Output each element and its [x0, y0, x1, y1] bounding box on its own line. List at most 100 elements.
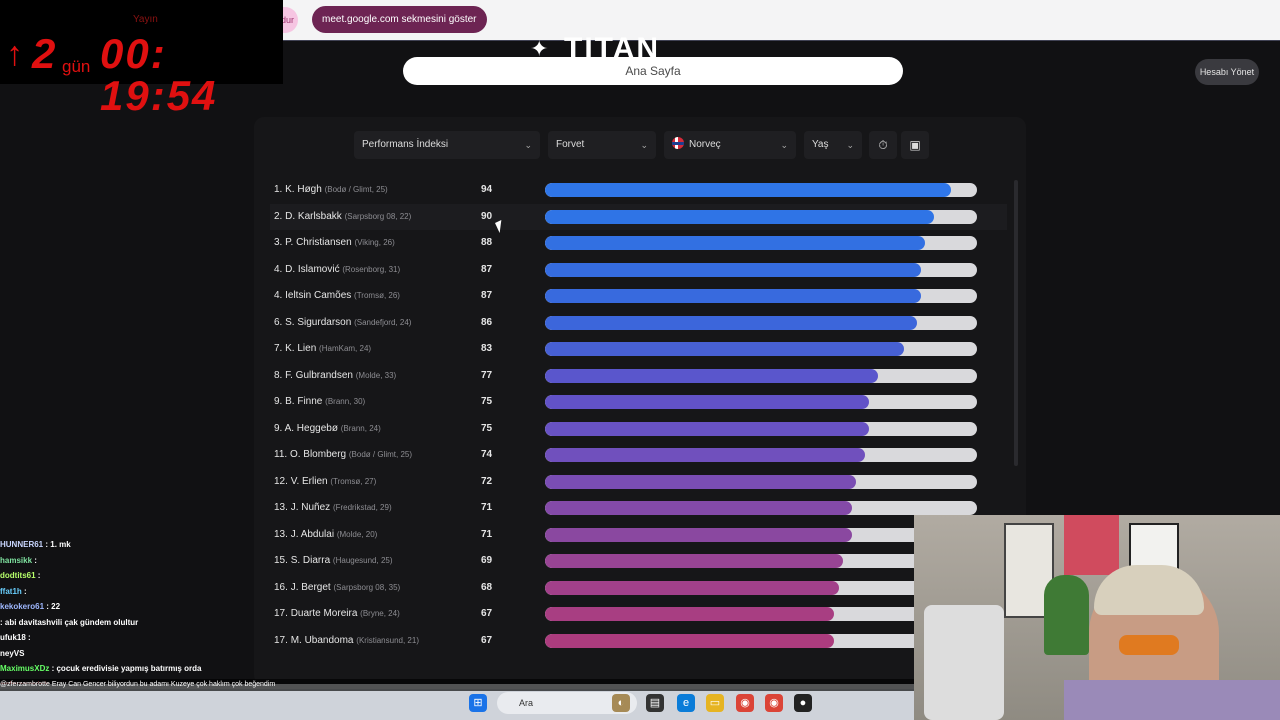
- chat-username: kekokero61: [0, 602, 45, 611]
- chat-message: hamsikk :: [0, 553, 300, 569]
- score-bar-fill: [545, 607, 835, 621]
- player-name: 4. Ieltsin Camões (Tromsø, 26): [274, 290, 400, 301]
- position-dropdown[interactable]: Forvet ⌄: [548, 131, 656, 159]
- player-name-text: D. Islamović: [285, 263, 340, 275]
- meet-tab-banner[interactable]: meet.google.com sekmesini göster: [312, 6, 487, 33]
- player-row[interactable]: 13. J. Nuñez (Fredrikstad, 29) 71: [270, 495, 1007, 521]
- player-club: (Sarpsborg 08, 35): [333, 582, 401, 592]
- chevron-down-icon: ⌄: [640, 140, 648, 150]
- score-bar-track: [545, 209, 977, 224]
- score-bar-track: [545, 262, 977, 277]
- player-club: (Haugesund, 25): [332, 556, 393, 565]
- chevron-down-icon: ⌄: [524, 140, 532, 150]
- player-row[interactable]: 7. K. Lien (HamKam, 24) 83: [270, 336, 1007, 362]
- calendar-button[interactable]: ▣: [901, 131, 929, 159]
- news-widget-icon[interactable]: ◐: [612, 694, 630, 712]
- score-bar-track: [545, 395, 977, 409]
- country-dropdown[interactable]: Norveç ⌄: [664, 131, 796, 159]
- player-club: (Bryne, 24): [360, 609, 400, 618]
- player-row[interactable]: 17. M. Ubandoma (Kristiansund, 21) 67: [270, 628, 1007, 654]
- score-bar-fill: [545, 368, 878, 383]
- player-score: 87: [481, 290, 493, 301]
- chat-username: hamsikk: [0, 555, 33, 565]
- discord-icon[interactable]: ●: [794, 694, 812, 712]
- search-bar[interactable]: Ana Sayfa: [403, 57, 903, 85]
- chat-message: neyVS: [0, 646, 300, 662]
- list-scrollbar[interactable]: [1014, 180, 1018, 466]
- chat-username: ufuk18: [0, 633, 26, 642]
- player-name-text: Duarte Moreira: [290, 608, 358, 619]
- player-club: (Brann, 24): [340, 423, 381, 433]
- player-score: 94: [481, 184, 493, 195]
- history-button[interactable]: ⏱: [869, 131, 897, 159]
- score-bar-track: [545, 236, 977, 250]
- player-row[interactable]: 4. D. Islamović (Rosenborg, 31) 87: [270, 257, 1007, 283]
- chat-username: dodtits61: [0, 571, 36, 580]
- taskbar-search-label: Ara: [519, 698, 534, 708]
- windows-start-icon[interactable]: ⊞: [469, 694, 487, 712]
- score-bar-track: [545, 315, 977, 330]
- player-row[interactable]: 15. S. Diarra (Haugesund, 25) 69: [270, 548, 1007, 574]
- edge-browser-icon[interactable]: e: [677, 694, 695, 712]
- screen: dur meet.google.com sekmesini göster ✦ T…: [0, 0, 1280, 720]
- player-score: 71: [481, 528, 493, 540]
- player-rank: 1.: [274, 184, 283, 195]
- score-bar-track: [545, 289, 977, 303]
- chat-username: HUNNER61: [0, 540, 44, 549]
- player-row[interactable]: 6. S. Sigurdarson (Sandefjord, 24) 86: [270, 310, 1007, 336]
- streamer-shirt: [1064, 680, 1280, 720]
- score-bar-track: [545, 342, 977, 356]
- chrome-icon[interactable]: ◉: [736, 694, 754, 712]
- player-score: 90: [481, 210, 493, 222]
- chat-text: :: [37, 571, 41, 580]
- score-bar-fill: [545, 421, 869, 436]
- player-row[interactable]: 2. D. Karlsbakk (Sarpsborg 08, 22) 90: [270, 203, 1007, 230]
- player-row[interactable]: 9. A. Heggebø (Brann, 24) 75: [270, 416, 1007, 442]
- score-bar-fill: [545, 527, 852, 542]
- chat-text: :: [28, 633, 31, 642]
- player-row[interactable]: 17. Duarte Moreira (Bryne, 24) 67: [270, 601, 1007, 627]
- player-row[interactable]: 1. K. Høgh (Bodø / Glimt, 25) 94: [270, 177, 1007, 203]
- player-rank: 7.: [274, 343, 283, 354]
- player-row[interactable]: 4. Ieltsin Camões (Tromsø, 26) 87: [270, 283, 1007, 309]
- player-name-text: M. Ubandoma: [290, 634, 354, 646]
- metric-dropdown[interactable]: Performans İndeksi ⌄: [354, 131, 540, 159]
- file-explorer-icon[interactable]: ▭: [706, 694, 724, 712]
- age-dropdown[interactable]: Yaş ⌄: [804, 131, 862, 159]
- player-row[interactable]: 16. J. Berget (Sarpsborg 08, 35) 68: [270, 575, 1007, 601]
- player-name: 12. V. Erlien (Tromsø, 27): [274, 476, 376, 487]
- player-row[interactable]: 13. J. Abdulai (Molde, 20) 71: [270, 522, 1007, 548]
- player-row[interactable]: 11. O. Blomberg (Bodø / Glimt, 25) 74: [270, 442, 1007, 468]
- player-name: 11. O. Blomberg (Bodø / Glimt, 25): [274, 449, 412, 460]
- player-name: 4. D. Islamović (Rosenborg, 31): [274, 264, 400, 275]
- chat-message: HUNNER61 : 1. mk: [0, 537, 300, 553]
- player-row[interactable]: 8. F. Gulbrandsen (Molde, 33) 77: [270, 363, 1007, 389]
- player-row[interactable]: 9. B. Finne (Brann, 30) 75: [270, 389, 1007, 415]
- chrome-profile-icon[interactable]: ◉: [765, 694, 783, 712]
- chat-text: neyVS: [0, 648, 25, 658]
- webcam-chair: [924, 605, 1004, 720]
- country-dropdown-label: Norveç: [689, 139, 721, 150]
- player-name-text: V. Erlien: [290, 475, 328, 487]
- player-score: 67: [481, 608, 493, 619]
- score-bar-track: [545, 183, 977, 197]
- player-name-text: F. Gulbrandsen: [285, 369, 353, 381]
- player-row[interactable]: 12. V. Erlien (Tromsø, 27) 72: [270, 469, 1007, 495]
- task-view-icon[interactable]: ▤: [646, 694, 664, 712]
- score-bar-fill: [545, 209, 934, 224]
- score-bar-fill: [545, 580, 839, 595]
- score-bar-fill: [545, 289, 921, 303]
- ticker-text-2: çok beğendim: [231, 681, 276, 688]
- score-bar-fill: [545, 395, 869, 409]
- score-bar-track: [545, 527, 977, 542]
- player-club: (Sarpsborg 08, 22): [344, 211, 412, 221]
- ticker-user: @zferzambrotte: [0, 681, 50, 688]
- player-club: (Sandefjord, 24): [354, 317, 412, 327]
- player-score: 69: [481, 555, 493, 566]
- player-score: 68: [481, 581, 493, 593]
- score-bar-fill: [545, 342, 904, 356]
- player-rank: 2.: [274, 210, 283, 222]
- player-row[interactable]: 3. P. Christiansen (Viking, 26) 88: [270, 230, 1007, 256]
- webcam-jersey: [1064, 515, 1119, 575]
- manage-account-button[interactable]: Hesabı Yönet: [1195, 59, 1259, 85]
